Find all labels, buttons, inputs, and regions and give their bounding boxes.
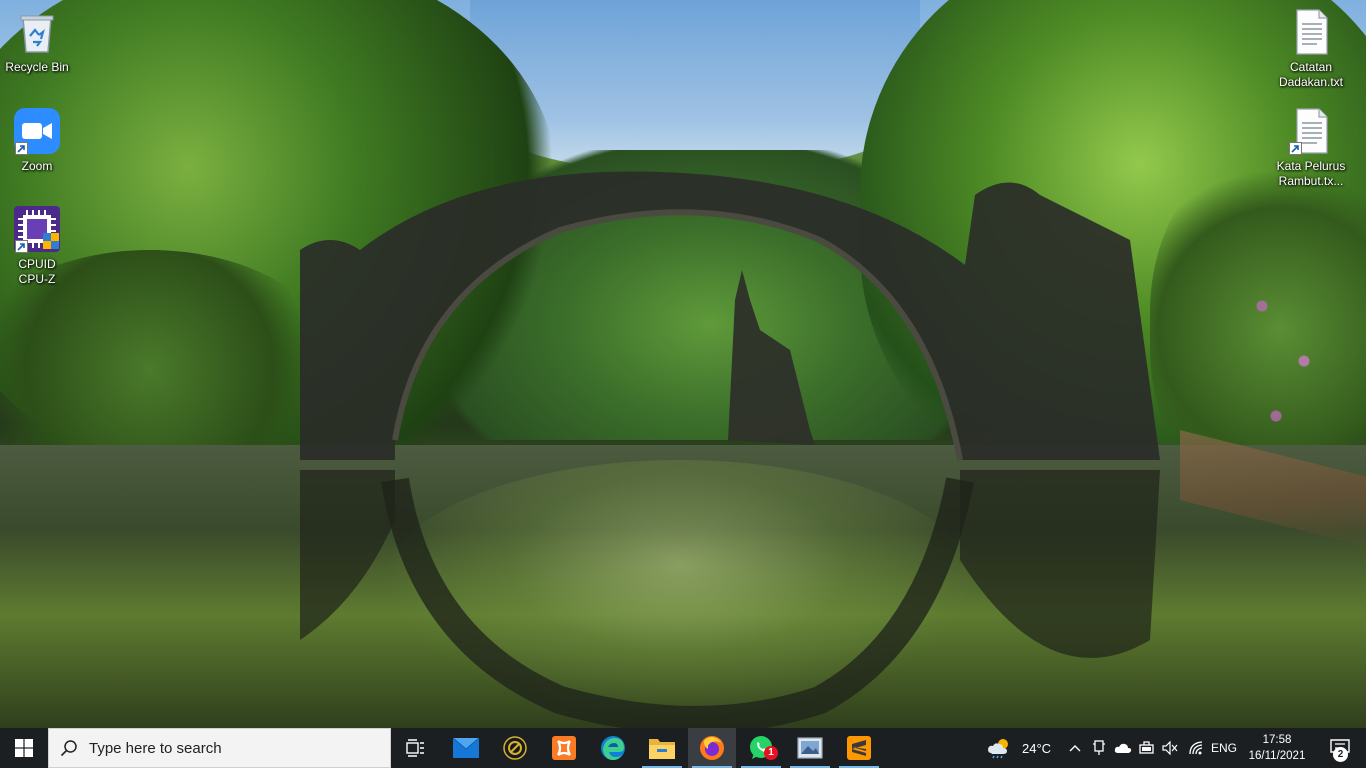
zoom-icon: [13, 107, 61, 155]
taskbar-app-edge[interactable]: [589, 728, 637, 768]
chevron-up-icon: [1069, 745, 1081, 752]
input-language: ENG: [1210, 741, 1237, 755]
taskbar-app-circle[interactable]: [491, 728, 539, 768]
sublime-icon: [847, 736, 871, 760]
weather-rain-icon: [988, 739, 1008, 759]
task-view-icon: [406, 739, 424, 757]
desktop-icon-label-line2: Rambut.tx...: [1278, 174, 1344, 188]
shortcut-arrow-icon: [1289, 142, 1302, 155]
cpu-z-icon: [13, 205, 61, 253]
shortcut-arrow-icon: [15, 142, 28, 155]
windows-logo-icon: [15, 739, 33, 757]
taskbar-app-xampp[interactable]: [540, 728, 588, 768]
text-file-icon: [1287, 8, 1335, 56]
speaker-muted-icon: [1162, 741, 1178, 755]
weather-widget[interactable]: 24°C: [986, 728, 1060, 768]
tray-battery-button[interactable]: [1136, 728, 1158, 768]
clock-date: 16/11/2021: [1248, 750, 1306, 762]
desktop-icon-label-line1: Catatan: [1289, 60, 1333, 74]
desktop-icon-cpu-z[interactable]: CPUID CPU-Z: [0, 205, 74, 287]
recycle-bin-icon: [13, 8, 61, 56]
taskbar-app-mail[interactable]: [442, 728, 490, 768]
text-file-icon: [1287, 107, 1335, 155]
desktop-icon-label-line1: CPUID: [18, 257, 56, 271]
desktop-wallpaper: [0, 0, 1366, 728]
notification-count-badge: 2: [1333, 747, 1348, 762]
desktop-icon-label: Recycle Bin: [5, 60, 69, 74]
circle-app-icon: [503, 736, 527, 760]
folder-icon: [649, 739, 675, 759]
desktop-icon-label-line1: Kata Pelurus: [1276, 159, 1346, 173]
desktop-icon-recycle-bin[interactable]: Recycle Bin: [0, 8, 74, 75]
shortcut-arrow-icon: [15, 240, 28, 253]
task-view-button[interactable]: [392, 728, 440, 768]
taskbar-app-file-explorer[interactable]: [638, 728, 686, 768]
tray-volume-button[interactable]: [1159, 728, 1181, 768]
wallpaper-bridge: [300, 171, 1160, 728]
weather-temperature: 24°C: [1022, 740, 1052, 756]
taskbar-search-box[interactable]: Type here to search: [48, 728, 391, 768]
desktop-icon-label-line2: Dadakan.txt: [1278, 75, 1344, 89]
edge-icon: [601, 736, 625, 760]
cloud-icon: [1114, 743, 1132, 753]
xampp-icon: [552, 736, 576, 760]
notification-badge: 1: [764, 746, 778, 760]
search-icon: [49, 739, 89, 757]
mail-icon: [453, 738, 479, 758]
tray-network-button[interactable]: [1184, 728, 1208, 768]
desktop-icon-catatan-dadakan[interactable]: Catatan Dadakan.txt: [1274, 8, 1348, 90]
tray-device-button[interactable]: [1088, 728, 1110, 768]
show-hidden-icons-button[interactable]: [1064, 728, 1086, 768]
clock-time: 17:58: [1262, 734, 1292, 746]
desktop-icon-kata-pelurus-rambut[interactable]: Kata Pelurus Rambut.tx...: [1274, 107, 1348, 189]
desktop-icon-label-line2: CPU-Z: [18, 272, 56, 286]
taskbar-app-sublime-text[interactable]: [835, 728, 883, 768]
start-button[interactable]: [0, 728, 48, 768]
taskbar: Type here to search 1 24°C ENG 17:58 16/…: [0, 728, 1366, 768]
tray-language-button[interactable]: ENG: [1208, 728, 1240, 768]
firefox-icon: [700, 736, 724, 760]
usb-device-icon: [1093, 740, 1105, 755]
taskbar-app-photos[interactable]: [786, 728, 834, 768]
tray-onedrive-button[interactable]: [1111, 728, 1135, 768]
desktop-icon-zoom[interactable]: Zoom: [0, 107, 74, 174]
desktop-icon-label: Zoom: [21, 159, 53, 173]
taskbar-clock[interactable]: 17:58 16/11/2021: [1243, 732, 1311, 764]
taskbar-app-firefox[interactable]: [688, 728, 736, 768]
search-placeholder: Type here to search: [89, 739, 222, 757]
wifi-icon: [1189, 741, 1203, 755]
photos-icon: [797, 737, 823, 759]
taskbar-app-whatsapp[interactable]: 1: [737, 728, 785, 768]
battery-icon: [1139, 741, 1154, 754]
